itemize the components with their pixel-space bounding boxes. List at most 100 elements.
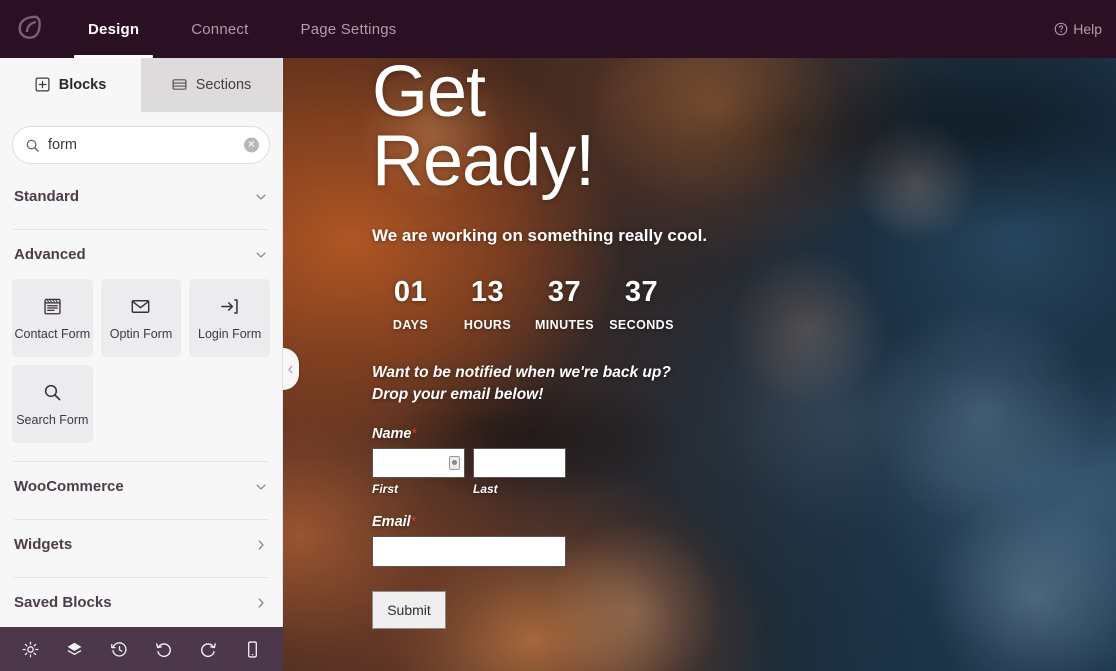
app-logo[interactable] [0, 0, 62, 58]
tab-design[interactable]: Design [62, 0, 165, 58]
search-icon [25, 138, 40, 153]
leaf-logo-icon [18, 15, 41, 39]
first-name-group: First [372, 448, 465, 496]
countdown-hours-label: HOURS [463, 318, 512, 333]
chevron-down-icon [254, 248, 268, 262]
search-area: form ✕ [0, 112, 282, 172]
group-advanced: Advanced Contact Form Optin Form Login F… [0, 230, 282, 462]
blocks-list: Standard Advanced Contact Form Optin For… [0, 172, 282, 671]
magnifier-icon [42, 382, 63, 403]
topbar-right-group: Help [1054, 0, 1116, 58]
panel-tab-bar: Blocks Sections [0, 58, 282, 112]
countdown-days-label: DAYS [392, 318, 429, 333]
autofill-contact-icon[interactable] [449, 456, 460, 471]
bottom-toolbar [0, 627, 283, 671]
panel-tab-sections[interactable]: Sections [141, 58, 282, 112]
name-field-label: Name* [372, 426, 1116, 442]
redo-button[interactable] [193, 634, 223, 664]
chevron-down-icon [254, 190, 268, 204]
email-required-mark: * [410, 514, 417, 531]
page-title-line-2: Ready! [372, 121, 595, 202]
group-woocommerce-header[interactable]: WooCommerce [12, 462, 270, 509]
search-input-value: form [48, 137, 77, 153]
login-arrow-icon [219, 296, 240, 317]
settings-button[interactable] [15, 634, 45, 664]
group-advanced-header[interactable]: Advanced [12, 230, 270, 277]
group-standard: Standard [0, 172, 282, 230]
group-advanced-title: Advanced [14, 246, 86, 263]
group-widgets: Widgets [0, 520, 282, 578]
top-navigation-bar: Design Connect Page Settings Help [0, 0, 1116, 58]
block-optin-form-label: Optin Form [109, 326, 173, 341]
layers-icon [67, 642, 82, 655]
group-standard-header[interactable]: Standard [12, 172, 270, 219]
name-required-mark: * [411, 426, 418, 443]
countdown-minutes-label: MINUTES [534, 318, 595, 333]
tab-connect[interactable]: Connect [165, 0, 274, 58]
redo-icon [200, 642, 216, 657]
envelope-icon [130, 296, 151, 317]
chevron-right-icon [254, 538, 268, 552]
chevron-down-icon [254, 480, 268, 494]
page-title-line-1: Get [372, 58, 486, 132]
group-saved-blocks-header[interactable]: Saved Blocks [12, 578, 270, 625]
countdown-unit-hours: 13 HOURS [449, 276, 526, 332]
layers-button[interactable] [60, 634, 90, 664]
email-field-group: Email* [372, 514, 1116, 568]
tab-page-settings[interactable]: Page Settings [275, 0, 423, 58]
blocks-sidebar: Blocks Sections form ✕ Standard Advanced… [0, 58, 283, 671]
countdown-unit-seconds: 37 SECONDS [603, 276, 680, 332]
countdown-seconds-label: SECONDS [609, 318, 674, 333]
advanced-block-grid: Contact Form Optin Form Login Form Searc… [12, 277, 270, 451]
chevron-left-icon [285, 364, 296, 375]
first-name-input[interactable] [372, 448, 465, 479]
group-woocommerce-title: WooCommerce [14, 478, 124, 495]
gear-icon [22, 641, 39, 657]
contact-form-icon [42, 296, 63, 317]
coming-soon-page-content: Get Ready! We are working on something r… [283, 58, 1116, 671]
name-fields-row: First Last [372, 448, 1116, 496]
block-login-form[interactable]: Login Form [189, 279, 270, 357]
panel-tab-sections-label: Sections [195, 76, 252, 93]
page-preview-canvas[interactable]: Get Ready! We are working on something r… [283, 58, 1116, 671]
email-label-text: Email [372, 514, 411, 531]
first-name-sublabel: First [372, 482, 399, 497]
tab-page-settings-label: Page Settings [300, 20, 397, 38]
undo-button[interactable] [149, 634, 179, 664]
revisions-button[interactable] [104, 634, 134, 664]
block-contact-form[interactable]: Contact Form [12, 279, 93, 357]
countdown-unit-minutes: 37 MINUTES [526, 276, 603, 332]
seedprod-page-builder: Design Connect Page Settings Help Blocks… [0, 0, 1116, 671]
panel-tab-blocks-label: Blocks [58, 76, 107, 93]
panel-tab-blocks[interactable]: Blocks [0, 58, 141, 112]
responsive-preview-button[interactable] [238, 634, 268, 664]
help-button[interactable]: Help [1054, 21, 1102, 37]
block-optin-form[interactable]: Optin Form [100, 279, 182, 357]
tab-design-label: Design [88, 20, 140, 38]
search-input[interactable]: form ✕ [12, 126, 270, 164]
blocks-icon [35, 77, 50, 92]
group-saved-blocks-title: Saved Blocks [14, 594, 112, 611]
help-label: Help [1073, 21, 1102, 37]
email-input[interactable] [372, 536, 566, 568]
page-title[interactable]: Get Ready! [372, 58, 792, 202]
countdown-days-value: 01 [393, 276, 428, 309]
countdown-hours-value: 13 [470, 276, 505, 309]
chevron-right-icon [254, 596, 268, 610]
group-woocommerce: WooCommerce [0, 462, 282, 520]
history-clock-icon [110, 641, 127, 657]
block-search-form[interactable]: Search Form [12, 365, 93, 443]
optin-description[interactable]: Want to be notified when we're back up? … [372, 362, 702, 406]
mobile-icon [248, 640, 258, 658]
clear-search-icon[interactable]: ✕ [244, 137, 259, 153]
group-standard-title: Standard [14, 188, 80, 205]
block-search-form-label: Search Form [16, 412, 89, 427]
group-saved-blocks: Saved Blocks [0, 578, 282, 625]
countdown-timer[interactable]: 01 DAYS 13 HOURS 37 MINUTES 37 SECONDS [372, 276, 1116, 332]
submit-button[interactable]: Submit [372, 591, 446, 630]
last-name-input[interactable] [473, 448, 566, 479]
group-widgets-header[interactable]: Widgets [12, 520, 270, 567]
undo-icon [156, 642, 172, 657]
page-subheadline[interactable]: We are working on something really cool. [372, 226, 1116, 246]
countdown-unit-days: 01 DAYS [372, 276, 449, 332]
